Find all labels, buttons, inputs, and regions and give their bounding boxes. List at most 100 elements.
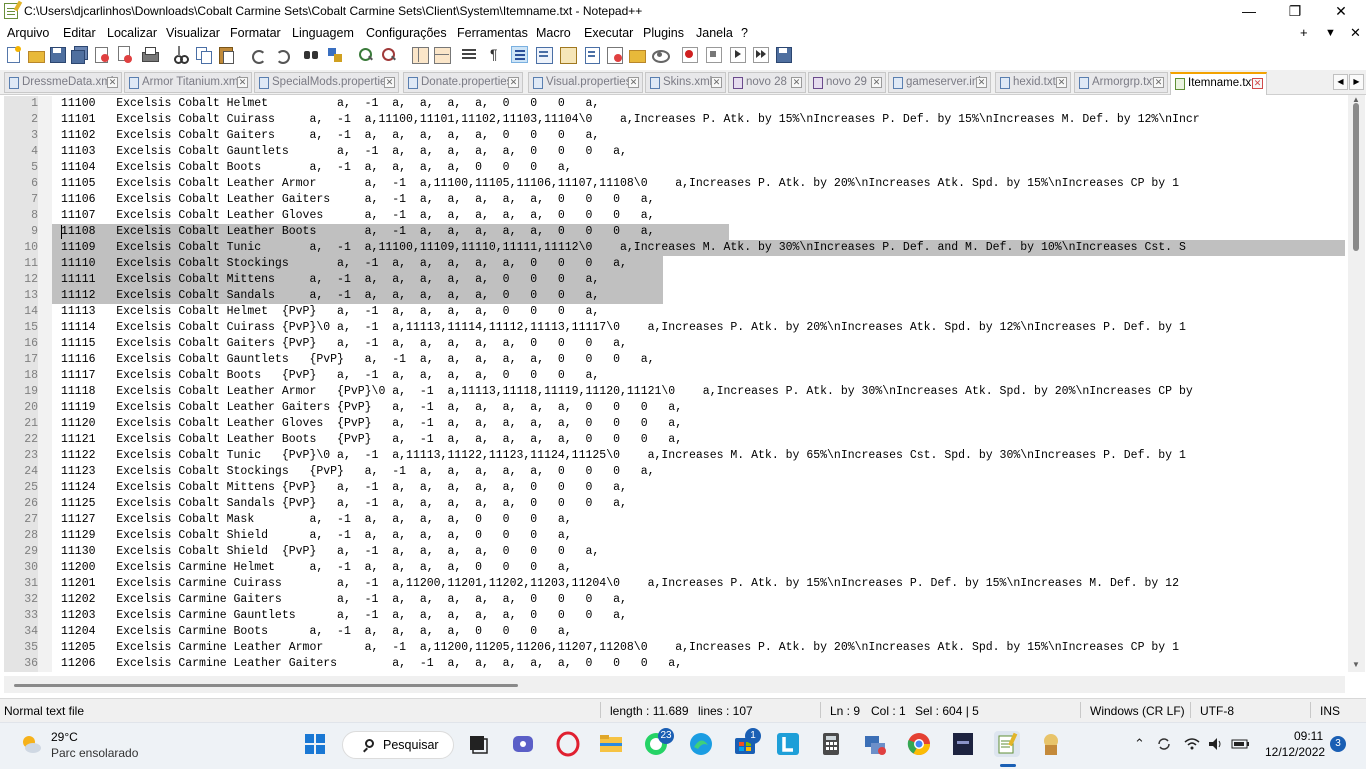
line-number[interactable]: 4 <box>4 144 38 160</box>
tab-scroll-left-button[interactable]: ◀ <box>1333 74 1348 90</box>
editor-line[interactable]: 18 11117 Excelsis Cobalt Boots {PvP} a, -… <box>4 368 1345 384</box>
line-text[interactable]: 11117 Excelsis Cobalt Boots {PvP} a, -1 … <box>61 368 599 384</box>
windows-start-icon[interactable] <box>302 731 328 757</box>
line-number[interactable]: 12 <box>4 272 38 288</box>
line-number[interactable]: 31 <box>4 576 38 592</box>
vertical-scrollbar[interactable]: ▲ ▼ <box>1348 95 1365 672</box>
line-text[interactable]: 11119 Excelsis Cobalt Leather Gaiters {P… <box>61 400 682 416</box>
sync-vertical-icon[interactable] <box>411 46 429 64</box>
zoom-in-icon[interactable] <box>357 46 374 63</box>
line-number[interactable]: 27 <box>4 512 38 528</box>
document-list-icon[interactable] <box>583 46 600 64</box>
editor-line[interactable]: 31 11201 Excelsis Carmine Cuirass a, -1 a… <box>4 576 1345 592</box>
close-icon[interactable]: ✕ <box>628 77 639 88</box>
scroll-thumb[interactable] <box>14 684 518 687</box>
editor-line[interactable]: 9 11108 Excelsis Cobalt Leather Boots a, … <box>4 224 1345 240</box>
word-wrap-icon[interactable] <box>461 46 478 63</box>
line-number[interactable]: 16 <box>4 336 38 352</box>
line-text[interactable]: 11122 Excelsis Cobalt Tunic {PvP}\0 a, -… <box>61 448 1186 464</box>
editor-line[interactable]: 21 11120 Excelsis Cobalt Leather Gloves {… <box>4 416 1345 432</box>
editor-line[interactable]: 13 11112 Excelsis Cobalt Sandals a, -1 a,… <box>4 288 1345 304</box>
menu-macro[interactable]: Macro <box>536 26 571 40</box>
close-icon[interactable]: ✕ <box>508 77 519 88</box>
open-folder-icon[interactable] <box>27 46 45 63</box>
editor-line[interactable]: 1 11100 Excelsis Cobalt Helmet a, -1 a, a… <box>4 96 1345 112</box>
line-number[interactable]: 26 <box>4 496 38 512</box>
undo-icon[interactable] <box>249 46 266 64</box>
line-text[interactable]: 11101 Excelsis Cobalt Cuirass a, -1 a,11… <box>61 112 1200 128</box>
notepad-plus-plus-taskbar-icon[interactable] <box>994 731 1020 757</box>
copy-icon[interactable] <box>195 46 212 64</box>
user-language-icon[interactable] <box>535 46 553 64</box>
editor-line[interactable]: 35 11205 Excelsis Carmine Leather Armor a… <box>4 640 1345 656</box>
editor-line[interactable]: 19 11118 Excelsis Cobalt Leather Armor {P… <box>4 384 1345 400</box>
line-number[interactable]: 35 <box>4 640 38 656</box>
close-button[interactable]: ✕ <box>1318 0 1364 23</box>
line-number[interactable]: 23 <box>4 448 38 464</box>
editor-line[interactable]: 24 11123 Excelsis Cobalt Stockings {PvP} … <box>4 464 1345 480</box>
close-all-icon[interactable] <box>115 46 132 63</box>
chat-icon[interactable] <box>510 731 536 757</box>
menu-arquivo[interactable]: Arquivo <box>7 26 49 40</box>
editor-line[interactable]: 5 11104 Excelsis Cobalt Boots a, -1 a, a,… <box>4 160 1345 176</box>
menu-help[interactable]: ? <box>741 26 748 40</box>
close-icon[interactable]: ✕ <box>237 77 248 88</box>
line-number[interactable]: 25 <box>4 480 38 496</box>
line-number[interactable]: 22 <box>4 432 38 448</box>
close-icon[interactable]: ✕ <box>1252 78 1263 89</box>
editor-line[interactable]: 4 11103 Excelsis Cobalt Gauntlets a, -1 a… <box>4 144 1345 160</box>
line-text[interactable]: 11202 Excelsis Carmine Gaiters a, -1 a, … <box>61 592 627 608</box>
zoom-out-icon[interactable] <box>380 46 397 63</box>
editor-line[interactable]: 27 11127 Excelsis Cobalt Mask a, -1 a, a,… <box>4 512 1345 528</box>
tab-donate[interactable]: Donate.properties ✕ <box>403 72 523 93</box>
editor-line[interactable]: 8 11107 Excelsis Cobalt Leather Gloves a,… <box>4 208 1345 224</box>
line-text[interactable]: 11200 Excelsis Carmine Helmet a, -1 a, a… <box>61 560 572 576</box>
tray-overflow-icon[interactable]: ⌃ <box>1134 736 1145 752</box>
line-text[interactable]: 11118 Excelsis Cobalt Leather Armor {PvP… <box>61 384 1193 400</box>
line-number[interactable]: 9 <box>4 224 38 240</box>
line-text[interactable]: 11114 Excelsis Cobalt Cuirass {PvP}\0 a,… <box>61 320 1186 336</box>
paste-icon[interactable] <box>217 46 234 64</box>
tab-dressmedata[interactable]: DressmeData.xml ✕ <box>4 72 122 93</box>
menu-janela[interactable]: Janela <box>696 26 733 40</box>
line-text[interactable]: 11205 Excelsis Carmine Leather Armor a, … <box>61 640 1179 656</box>
character-app-icon[interactable] <box>1038 731 1064 757</box>
sync-horizontal-icon[interactable] <box>433 46 451 64</box>
editor-line[interactable]: 10 11109 Excelsis Cobalt Tunic a, -1 a,11… <box>4 240 1345 256</box>
horizontal-scrollbar[interactable] <box>4 676 1345 693</box>
new-tab-button[interactable]: + <box>1300 25 1308 40</box>
close-icon[interactable]: ✕ <box>1056 77 1067 88</box>
battery-icon[interactable] <box>1231 735 1251 753</box>
edge-icon[interactable] <box>688 731 714 757</box>
line-text[interactable]: 11206 Excelsis Carmine Leather Gaiters a… <box>61 656 682 672</box>
editor-line[interactable]: 30 11200 Excelsis Carmine Helmet a, -1 a,… <box>4 560 1345 576</box>
eol-format[interactable]: Windows (CR LF) <box>1090 704 1185 718</box>
line-number[interactable]: 2 <box>4 112 38 128</box>
line-text[interactable]: 11127 Excelsis Cobalt Mask a, -1 a, a, a… <box>61 512 572 528</box>
line-text[interactable]: 11103 Excelsis Cobalt Gauntlets a, -1 a,… <box>61 144 627 160</box>
run-macro-multiple-icon[interactable] <box>752 46 769 63</box>
editor-line[interactable]: 14 11113 Excelsis Cobalt Helmet {PvP} a, … <box>4 304 1345 320</box>
maximize-button[interactable]: ❐ <box>1272 0 1318 23</box>
line-text[interactable]: 11108 Excelsis Cobalt Leather Boots a, -… <box>61 224 655 240</box>
tab-armor-titanium[interactable]: Armor Titanium.xml ✕ <box>124 72 252 93</box>
line-text[interactable]: 11201 Excelsis Carmine Cuirass a, -1 a,1… <box>61 576 1179 592</box>
editor-line[interactable]: 26 11125 Excelsis Cobalt Sandals {PvP} a,… <box>4 496 1345 512</box>
line-number[interactable]: 36 <box>4 656 38 672</box>
line-text[interactable]: 11123 Excelsis Cobalt Stockings {PvP} a,… <box>61 464 655 480</box>
tab-armorgrp[interactable]: Armorgrp.txt ✕ <box>1074 72 1168 93</box>
line-number[interactable]: 20 <box>4 400 38 416</box>
line-number[interactable]: 30 <box>4 560 38 576</box>
line-number[interactable]: 3 <box>4 128 38 144</box>
line-text[interactable]: 11129 Excelsis Cobalt Shield a, -1 a, a,… <box>61 528 572 544</box>
weather-sun-icon[interactable] <box>20 733 42 755</box>
line-number[interactable]: 29 <box>4 544 38 560</box>
close-icon[interactable]: ✕ <box>1153 77 1164 88</box>
replace-icon[interactable] <box>327 46 344 63</box>
insert-mode[interactable]: INS <box>1320 704 1340 718</box>
line-number[interactable]: 14 <box>4 304 38 320</box>
editor-line[interactable]: 28 11129 Excelsis Cobalt Shield a, -1 a, … <box>4 528 1345 544</box>
chrome-icon[interactable] <box>906 731 932 757</box>
clock-date[interactable]: 12/12/2022 <box>1265 745 1325 759</box>
line-number[interactable]: 11 <box>4 256 38 272</box>
